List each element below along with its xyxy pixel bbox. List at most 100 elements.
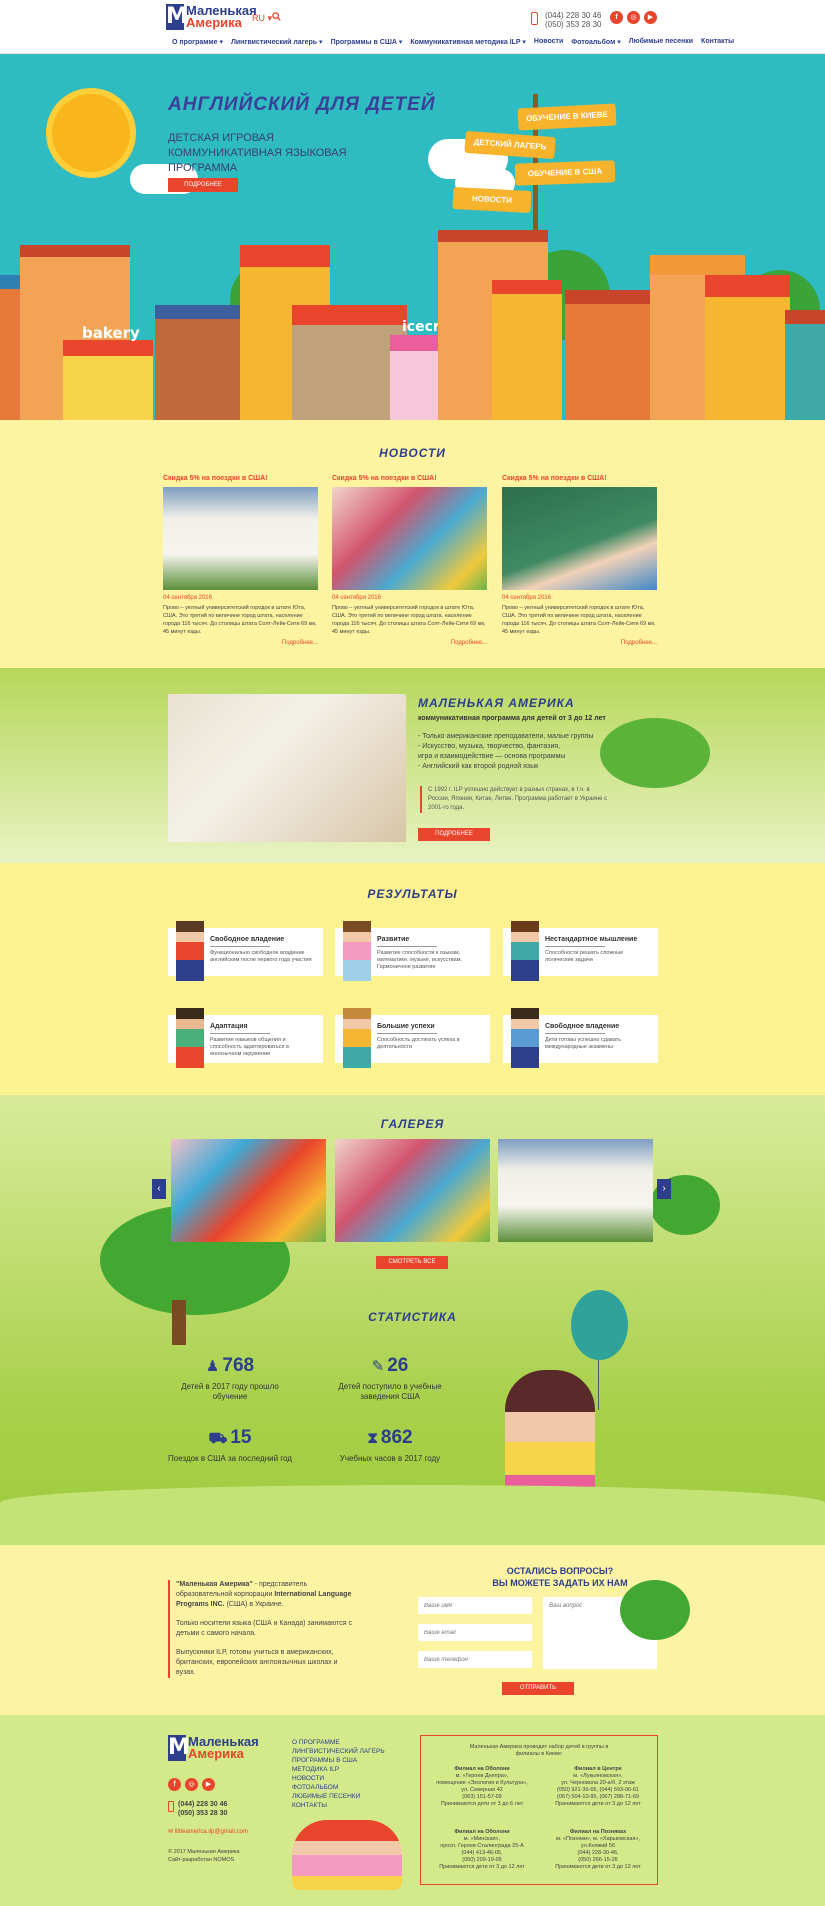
news-text: Прово – уютный университетский городок в…	[163, 605, 317, 635]
branch-line: Принимаются дети от 3 до 12 лет	[555, 1801, 641, 1807]
hero-banner: АНГЛИЙСКИЙ ДЛЯ ДЕТЕЙ ДЕТСКАЯ ИГРОВАЯ КОМ…	[0, 54, 825, 420]
kid-illustration	[343, 1008, 371, 1068]
hero-more-button[interactable]: ПОДРОБНЕЕ	[168, 178, 238, 192]
nav-item-about[interactable]: О программе ▾	[172, 38, 223, 46]
footer-link[interactable]: О ПРОГРАММЕ	[292, 1738, 385, 1747]
phone-icon	[168, 1801, 174, 1812]
news-more-link[interactable]: Подробнее...	[502, 640, 657, 646]
page: M Маленькая Америка RU ▾ (044) 228 30 46…	[0, 0, 825, 1906]
divider	[210, 946, 270, 947]
social-links: f ◎ ▶	[610, 11, 657, 24]
footer-phone-2[interactable]: (050) 353 28 30	[178, 1809, 227, 1818]
branch-name: Филиал на Оболони	[454, 1829, 510, 1835]
branch-line: м. «Позняки», м. «Харьковская»,	[556, 1836, 640, 1842]
kid-illustration	[343, 921, 371, 981]
branch-line: ул. Черновола 20-а/б, 2 этаж	[561, 1780, 635, 1786]
nav-item-photo[interactable]: Фотоальбом ▾	[571, 38, 620, 46]
name-field[interactable]	[418, 1597, 532, 1614]
site-footer: M Маленькая Америка f ◎ ▶ (044) 228 30 4…	[0, 1715, 825, 1906]
result-heading: Свободное владение	[545, 1023, 620, 1030]
branch-line: (044) 413-46-05,	[461, 1850, 503, 1856]
email-text[interactable]: littleamerica.ilp@gmail.com	[175, 1829, 248, 1835]
phone-field[interactable]	[418, 1651, 532, 1668]
youtube-icon[interactable]: ▶	[202, 1778, 215, 1791]
about-more-button[interactable]: ПОДРОБНЕЕ	[418, 828, 490, 841]
youtube-icon[interactable]: ▶	[644, 11, 657, 24]
about-subtitle: коммуникативная программа для детей от 3…	[418, 715, 606, 722]
footer-link[interactable]: ЛИНГВИСТИЧЕСКИЙ ЛАГЕРЬ	[292, 1747, 385, 1756]
header-phone-2[interactable]: (050) 353 28 30	[545, 20, 602, 29]
news-image-kids[interactable]	[332, 487, 487, 590]
result-text: Развитие способности к языкам, математик…	[377, 950, 463, 970]
news-card[interactable]: Скидка 5% на поездки в США! 04 сентября …	[502, 475, 657, 646]
header-phone-1[interactable]: (044) 228 30 46	[545, 11, 602, 20]
nav-item-camp[interactable]: Лингвистический лагерь ▾	[231, 38, 323, 46]
news-image-porch[interactable]	[163, 487, 318, 590]
gallery-prev-arrow[interactable]: ‹	[152, 1179, 166, 1199]
site-logo[interactable]: M Маленькая Америка	[166, 4, 257, 30]
footer-copyright: © 2017 Маленькая Америка Сайт-разработан…	[168, 1848, 240, 1864]
nav-item-news[interactable]: Новости	[534, 38, 563, 46]
gallery-image-porch[interactable]	[498, 1139, 653, 1242]
developer-line: Сайт-разработан NOMOS	[168, 1857, 235, 1863]
footer-link[interactable]: ЛЮБИМЫЕ ПЕСЕНКИ	[292, 1792, 385, 1801]
bakery-shop	[63, 340, 153, 420]
sign-news[interactable]: НОВОСТИ	[452, 186, 532, 214]
footer-link[interactable]: ФОТОАЛЬБОМ	[292, 1783, 385, 1792]
logo-mark: M	[168, 1735, 190, 1761]
divider	[545, 1033, 605, 1034]
gallery-view-all-button[interactable]: СМОТРЕТЬ ВСЕ	[376, 1256, 448, 1269]
hero-subtitle: ДЕТСКАЯ ИГРОВАЯ КОММУНИКАТИВНАЯ ЯЗЫКОВАЯ…	[168, 132, 347, 174]
footer-link[interactable]: КОНТАКТЫ	[292, 1801, 385, 1810]
contact-para-2: Только носители языка (США и Канада) зан…	[176, 1620, 352, 1637]
submit-button[interactable]: ОТПРАВИТЬ	[502, 1682, 574, 1695]
gallery-image-kids-group[interactable]	[171, 1139, 326, 1242]
brand-name: "Маленькая Америка"	[176, 1581, 253, 1588]
gallery-next-arrow[interactable]: ›	[657, 1179, 671, 1199]
news-more-link[interactable]: Подробнее...	[163, 640, 318, 646]
branch-name: Филиал на Позняках	[569, 1829, 627, 1835]
gallery-image-kids-play[interactable]	[335, 1139, 490, 1242]
footer-phone-1[interactable]: (044) 228 30 46	[178, 1800, 227, 1809]
search-icon[interactable]	[272, 12, 281, 24]
news-caption[interactable]: Скидка 5% на поездки в США!	[332, 475, 487, 482]
footer-logo[interactable]: M Маленькая Америка	[168, 1735, 259, 1761]
result-heading: Большие успехи	[377, 1023, 435, 1030]
nav-item-contacts[interactable]: Контакты	[701, 38, 734, 46]
nav-item-songs[interactable]: Любимые песенки	[629, 38, 693, 46]
news-card[interactable]: Скидка 5% на поездки в США! 04 сентября …	[163, 475, 318, 646]
footer-link[interactable]: НОВОСТИ	[292, 1774, 385, 1783]
kid-illustration	[511, 921, 539, 981]
stat-value: 15	[230, 1427, 252, 1448]
news-caption[interactable]: Скидка 5% на поездки в США!	[502, 475, 657, 482]
result-text: Развитие навыков общения и способность а…	[210, 1037, 289, 1057]
footer-link[interactable]: МЕТОДИКА ILP	[292, 1765, 385, 1774]
branch-line: м. «Минская»,	[463, 1836, 501, 1842]
footer-link[interactable]: ПРОГРАММЫ В США	[292, 1756, 385, 1765]
branch-item: Филиал на Позняках м. «Позняки», м. «Хар…	[543, 1829, 653, 1871]
logo-line2: Америка	[186, 15, 242, 30]
email-field[interactable]	[418, 1624, 532, 1641]
branches-header: Маленькая Америка проводит набор детей в…	[469, 1744, 609, 1757]
nav-item-usa[interactable]: Программы в США ▾	[331, 38, 403, 46]
news-more-link[interactable]: Подробнее...	[332, 640, 487, 646]
about-list-item: игра и взаимодействие — основа программы	[418, 753, 566, 760]
nav-item-method[interactable]: Коммуникативная методика ILP ▾	[410, 38, 526, 46]
news-section: НОВОСТИ Скидка 5% на поездки в США! 04 с…	[0, 420, 825, 668]
result-card: Свободное владение Функционально свободн…	[168, 921, 323, 981]
facebook-icon[interactable]: f	[168, 1778, 181, 1791]
contact-title-1: ОСТАЛИСЬ ВОПРОСЫ?	[506, 1566, 614, 1576]
instagram-icon[interactable]: ◎	[185, 1778, 198, 1791]
logo-mark: M	[166, 4, 188, 30]
news-card[interactable]: Скидка 5% на поездки в США! 04 сентября …	[332, 475, 487, 646]
news-caption[interactable]: Скидка 5% на поездки в США!	[163, 475, 318, 482]
site-header: M Маленькая Америка RU ▾ (044) 228 30 46…	[0, 0, 825, 54]
instagram-icon[interactable]: ◎	[627, 11, 640, 24]
sign-study-kyiv[interactable]: ОБУЧЕНИЕ В КИЕВЕ	[517, 103, 617, 131]
facebook-icon[interactable]: f	[610, 11, 623, 24]
footer-email[interactable]: ✉ littleamerica.ilp@gmail.com	[168, 1828, 248, 1835]
news-image-graduate[interactable]	[502, 487, 657, 590]
sun-illustration	[52, 94, 130, 172]
language-selector[interactable]: RU ▾	[252, 13, 272, 24]
sign-study-usa[interactable]: ОБУЧЕНИЕ В США	[514, 160, 616, 186]
